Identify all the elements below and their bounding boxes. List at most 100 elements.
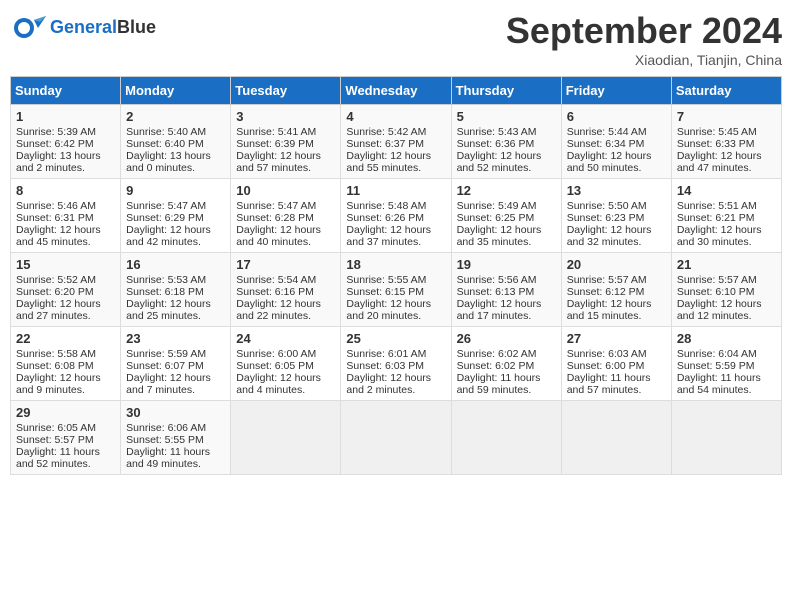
day-number: 6: [567, 109, 666, 124]
day-info: Sunset: 6:10 PM: [677, 286, 776, 298]
day-number: 28: [677, 331, 776, 346]
day-number: 26: [457, 331, 556, 346]
calendar-cell: 4Sunrise: 5:42 AMSunset: 6:37 PMDaylight…: [341, 105, 451, 179]
day-info: Sunset: 6:37 PM: [346, 138, 445, 150]
day-info: Sunrise: 5:41 AM: [236, 126, 335, 138]
day-info: Daylight: 12 hours: [16, 298, 115, 310]
day-number: 2: [126, 109, 225, 124]
day-number: 3: [236, 109, 335, 124]
day-info: and 59 minutes.: [457, 384, 556, 396]
day-info: Daylight: 11 hours: [457, 372, 556, 384]
day-info: and 54 minutes.: [677, 384, 776, 396]
day-info: Daylight: 11 hours: [567, 372, 666, 384]
day-info: Sunset: 6:20 PM: [16, 286, 115, 298]
day-info: Daylight: 12 hours: [236, 298, 335, 310]
day-info: Daylight: 12 hours: [126, 372, 225, 384]
day-info: and 2 minutes.: [16, 162, 115, 174]
day-info: Sunset: 6:00 PM: [567, 360, 666, 372]
day-info: Daylight: 12 hours: [16, 372, 115, 384]
day-info: Sunrise: 5:50 AM: [567, 200, 666, 212]
calendar-cell: 12Sunrise: 5:49 AMSunset: 6:25 PMDayligh…: [451, 179, 561, 253]
calendar-cell: 26Sunrise: 6:02 AMSunset: 6:02 PMDayligh…: [451, 327, 561, 401]
day-info: Daylight: 11 hours: [677, 372, 776, 384]
day-info: Daylight: 12 hours: [236, 224, 335, 236]
day-number: 10: [236, 183, 335, 198]
day-info: Sunset: 6:13 PM: [457, 286, 556, 298]
logo-icon: [10, 10, 46, 46]
day-info: Daylight: 12 hours: [677, 150, 776, 162]
day-number: 24: [236, 331, 335, 346]
location-subtitle: Xiaodian, Tianjin, China: [506, 52, 782, 68]
calendar-cell: 3Sunrise: 5:41 AMSunset: 6:39 PMDaylight…: [231, 105, 341, 179]
logo-blue: Blue: [117, 17, 156, 37]
day-info: and 32 minutes.: [567, 236, 666, 248]
calendar-cell: 22Sunrise: 5:58 AMSunset: 6:08 PMDayligh…: [11, 327, 121, 401]
day-info: Sunrise: 5:44 AM: [567, 126, 666, 138]
day-info: Sunrise: 5:45 AM: [677, 126, 776, 138]
day-info: and 9 minutes.: [16, 384, 115, 396]
day-info: Sunrise: 5:43 AM: [457, 126, 556, 138]
calendar-cell: 18Sunrise: 5:55 AMSunset: 6:15 PMDayligh…: [341, 253, 451, 327]
logo-general: General: [50, 17, 117, 37]
day-info: Sunrise: 5:51 AM: [677, 200, 776, 212]
weekday-header-cell: Thursday: [451, 77, 561, 105]
calendar-week-row: 22Sunrise: 5:58 AMSunset: 6:08 PMDayligh…: [11, 327, 782, 401]
day-info: and 57 minutes.: [236, 162, 335, 174]
day-info: and 30 minutes.: [677, 236, 776, 248]
month-title: September 2024: [506, 10, 782, 52]
calendar-cell: [451, 401, 561, 475]
day-info: and 2 minutes.: [346, 384, 445, 396]
calendar-cell: 23Sunrise: 5:59 AMSunset: 6:07 PMDayligh…: [121, 327, 231, 401]
weekday-header-row: SundayMondayTuesdayWednesdayThursdayFrid…: [11, 77, 782, 105]
day-info: Sunset: 6:39 PM: [236, 138, 335, 150]
day-info: Daylight: 12 hours: [236, 372, 335, 384]
day-info: Sunset: 6:16 PM: [236, 286, 335, 298]
day-number: 18: [346, 257, 445, 272]
day-info: Sunset: 6:21 PM: [677, 212, 776, 224]
day-info: Sunset: 6:33 PM: [677, 138, 776, 150]
day-number: 13: [567, 183, 666, 198]
weekday-header-cell: Tuesday: [231, 77, 341, 105]
day-number: 20: [567, 257, 666, 272]
day-number: 23: [126, 331, 225, 346]
day-info: Sunset: 6:12 PM: [567, 286, 666, 298]
calendar-cell: 16Sunrise: 5:53 AMSunset: 6:18 PMDayligh…: [121, 253, 231, 327]
weekday-header-cell: Friday: [561, 77, 671, 105]
calendar-week-row: 15Sunrise: 5:52 AMSunset: 6:20 PMDayligh…: [11, 253, 782, 327]
calendar-cell: 5Sunrise: 5:43 AMSunset: 6:36 PMDaylight…: [451, 105, 561, 179]
calendar-cell: 13Sunrise: 5:50 AMSunset: 6:23 PMDayligh…: [561, 179, 671, 253]
day-info: and 52 minutes.: [16, 458, 115, 470]
day-info: and 25 minutes.: [126, 310, 225, 322]
calendar-cell: 10Sunrise: 5:47 AMSunset: 6:28 PMDayligh…: [231, 179, 341, 253]
calendar-cell: [561, 401, 671, 475]
page-header: GeneralBlue September 2024 Xiaodian, Tia…: [10, 10, 782, 68]
calendar-cell: 19Sunrise: 5:56 AMSunset: 6:13 PMDayligh…: [451, 253, 561, 327]
day-number: 19: [457, 257, 556, 272]
calendar-cell: 20Sunrise: 5:57 AMSunset: 6:12 PMDayligh…: [561, 253, 671, 327]
day-info: Daylight: 12 hours: [126, 298, 225, 310]
day-number: 1: [16, 109, 115, 124]
day-info: Daylight: 12 hours: [16, 224, 115, 236]
day-info: Sunrise: 5:58 AM: [16, 348, 115, 360]
day-number: 22: [16, 331, 115, 346]
day-info: Sunrise: 6:02 AM: [457, 348, 556, 360]
calendar-cell: 6Sunrise: 5:44 AMSunset: 6:34 PMDaylight…: [561, 105, 671, 179]
calendar-cell: 9Sunrise: 5:47 AMSunset: 6:29 PMDaylight…: [121, 179, 231, 253]
day-info: Daylight: 11 hours: [16, 446, 115, 458]
calendar-cell: 30Sunrise: 6:06 AMSunset: 5:55 PMDayligh…: [121, 401, 231, 475]
calendar-cell: 21Sunrise: 5:57 AMSunset: 6:10 PMDayligh…: [671, 253, 781, 327]
day-info: Daylight: 12 hours: [567, 224, 666, 236]
day-info: and 4 minutes.: [236, 384, 335, 396]
day-info: Sunrise: 6:04 AM: [677, 348, 776, 360]
day-info: and 0 minutes.: [126, 162, 225, 174]
day-info: Sunset: 6:42 PM: [16, 138, 115, 150]
day-info: Daylight: 12 hours: [457, 150, 556, 162]
day-info: and 40 minutes.: [236, 236, 335, 248]
day-info: and 57 minutes.: [567, 384, 666, 396]
day-number: 14: [677, 183, 776, 198]
day-info: and 50 minutes.: [567, 162, 666, 174]
calendar-cell: 24Sunrise: 6:00 AMSunset: 6:05 PMDayligh…: [231, 327, 341, 401]
day-info: and 45 minutes.: [16, 236, 115, 248]
day-number: 15: [16, 257, 115, 272]
day-info: Sunrise: 5:53 AM: [126, 274, 225, 286]
